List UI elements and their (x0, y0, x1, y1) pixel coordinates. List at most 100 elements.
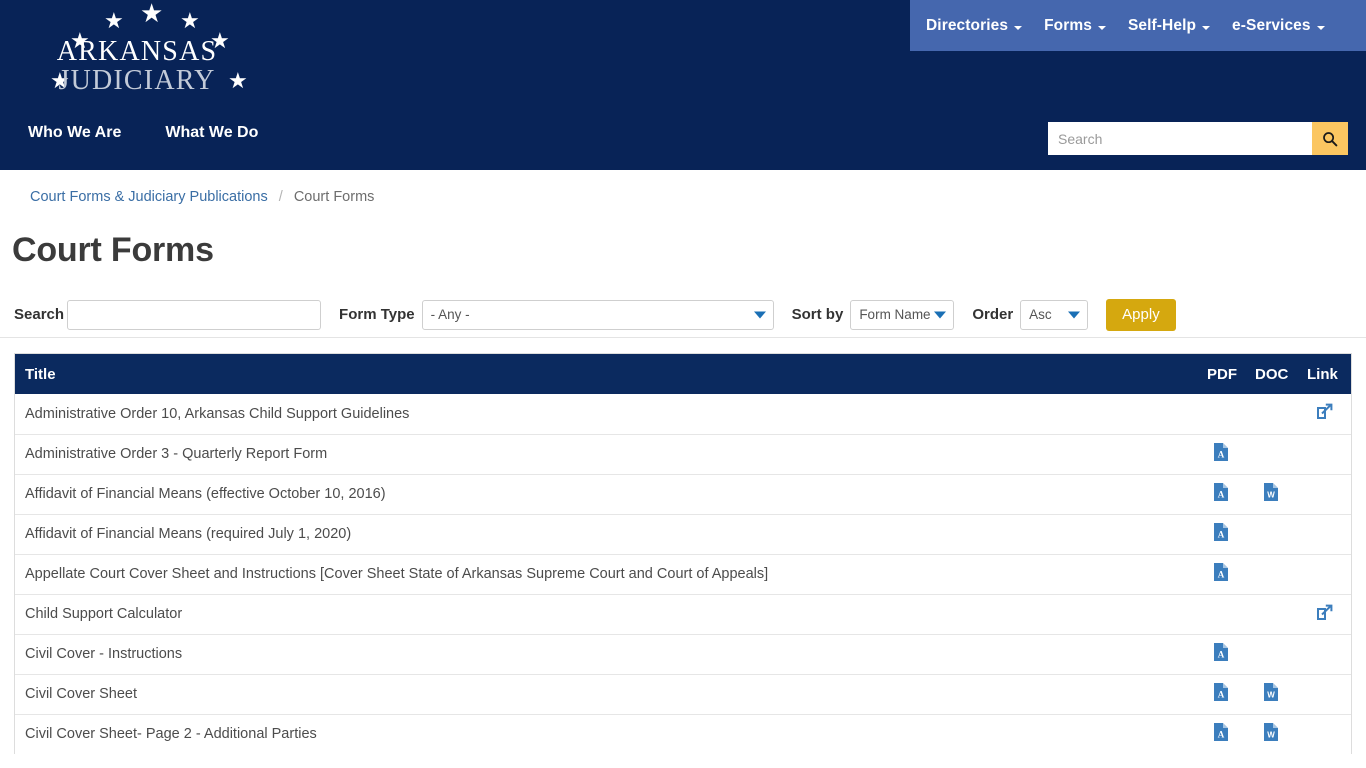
external-link-icon[interactable] (1316, 403, 1333, 420)
table-row: Administrative Order 10, Arkansas Child … (15, 394, 1351, 434)
svg-text:A: A (1218, 650, 1225, 660)
form-title: Civil Cover Sheet (25, 686, 138, 702)
pdf-cell: A (1197, 633, 1245, 674)
breadcrumb-parent-link[interactable]: Court Forms & Judiciary Publications (30, 189, 268, 205)
pdf-icon[interactable]: A (1214, 643, 1228, 661)
chevron-down-icon (1014, 25, 1023, 30)
mainnav-item-what-we-do[interactable]: What We Do (165, 124, 258, 142)
logo-star-icon: ★ (140, 0, 164, 28)
pdf-icon[interactable]: A (1214, 523, 1228, 541)
filter-sort-by-value: Form Name (859, 307, 931, 322)
column-header-title[interactable]: Title (15, 354, 1197, 394)
search-icon (1323, 131, 1338, 146)
filter-sort-by-label: Sort by (791, 306, 844, 323)
topnav-item-self-help[interactable]: Self-Help (1127, 16, 1211, 35)
doc-cell: W (1245, 473, 1297, 514)
doc-icon[interactable]: W (1264, 683, 1278, 701)
svg-text:A: A (1218, 450, 1225, 460)
logo-wordmark: ARKANSAS JUDICIARY (22, 38, 252, 95)
link-cell (1297, 713, 1351, 754)
apply-button[interactable]: Apply (1106, 298, 1176, 331)
forms-table-body: Administrative Order 10, Arkansas Child … (15, 394, 1351, 754)
topnav-item-e-services[interactable]: e-Services (1232, 17, 1325, 35)
table-row: Civil Cover Sheet- Page 2 - Additional P… (15, 713, 1351, 754)
filter-order-label: Order (972, 306, 1014, 323)
form-title-cell: Civil Cover Sheet (15, 673, 1197, 714)
top-navigation: Directories Forms Self-Help e-Services (910, 0, 1366, 51)
doc-cell: W (1245, 713, 1297, 754)
doc-icon[interactable]: W (1264, 483, 1278, 501)
table-row: Child Support Calculator (15, 593, 1351, 634)
link-cell (1297, 673, 1351, 714)
pdf-icon[interactable]: A (1214, 723, 1228, 742)
header-search-button[interactable] (1312, 122, 1348, 155)
table-row: Affidavit of Financial Means (effective … (15, 473, 1351, 514)
logo-line-arkansas: ARKANSAS (56, 36, 218, 67)
filter-sort-by-select[interactable]: Form Name (850, 299, 955, 330)
pdf-icon[interactable]: A (1214, 443, 1228, 461)
form-title: Affidavit of Financial Means (effective … (25, 486, 386, 502)
form-title: Appellate Court Cover Sheet and Instruct… (25, 566, 769, 582)
chevron-down-icon (1097, 25, 1106, 30)
site-header: Directories Forms Self-Help e-Services ★… (0, 0, 1366, 170)
breadcrumb-current: Court Forms (293, 189, 375, 205)
doc-icon[interactable]: W (1264, 723, 1278, 742)
pdf-icon[interactable]: A (1214, 563, 1228, 581)
doc-cell (1245, 553, 1297, 594)
column-header-doc: DOC (1245, 354, 1297, 394)
table-row: Affidavit of Financial Means (required J… (15, 513, 1351, 554)
pdf-cell: A (1197, 713, 1245, 754)
pdf-icon[interactable]: A (1214, 483, 1228, 501)
doc-cell (1245, 433, 1297, 474)
pdf-cell: A (1197, 433, 1245, 474)
svg-text:W: W (1267, 491, 1275, 500)
svg-text:A: A (1218, 530, 1225, 540)
form-title: Child Support Calculator (25, 606, 183, 622)
filter-form-type-select[interactable]: - Any - (421, 299, 774, 330)
doc-cell (1245, 633, 1297, 674)
topnav-item-directories[interactable]: Directories (926, 16, 1023, 35)
column-header-link: Link (1297, 354, 1351, 394)
link-cell (1297, 433, 1351, 474)
pdf-cell: A (1197, 673, 1245, 714)
filter-bar: Search Form Type - Any - Sort by Form Na… (0, 292, 1366, 338)
pdf-icon[interactable]: A (1214, 683, 1228, 701)
chevron-down-icon (1202, 25, 1211, 30)
pdf-cell (1197, 593, 1245, 634)
table-row: Civil Cover Sheet A W (15, 673, 1351, 714)
link-cell (1297, 513, 1351, 554)
table-row: Appellate Court Cover Sheet and Instruct… (15, 553, 1351, 594)
form-title-cell: Child Support Calculator (15, 593, 1197, 634)
logo-line-judiciary: JUDICIARY (58, 65, 216, 96)
chevron-down-icon (753, 311, 766, 318)
form-title: Administrative Order 3 - Quarterly Repor… (25, 446, 328, 462)
breadcrumb: Court Forms & Judiciary Publications / C… (0, 170, 1366, 205)
main-navigation: Who We Are What We Do (28, 124, 258, 142)
svg-text:A: A (1218, 690, 1225, 700)
site-logo[interactable]: ★ ★ ★ ★ ★ ★ ★ ARKANSAS JUDICIARY (22, 0, 252, 112)
topnav-label: Forms (1044, 16, 1092, 34)
forms-table: Title PDF DOC Link Administrative Order … (15, 354, 1351, 754)
pdf-cell (1197, 394, 1245, 434)
table-row: Civil Cover - Instructions A (15, 633, 1351, 674)
filter-form-type-label: Form Type (339, 306, 415, 323)
header-search-input[interactable] (1048, 122, 1312, 155)
page-title: Court Forms (12, 231, 214, 269)
filter-search-label: Search (14, 306, 65, 323)
svg-text:A: A (1218, 570, 1225, 580)
table-row: Administrative Order 3 - Quarterly Repor… (15, 433, 1351, 474)
external-link-icon[interactable] (1316, 604, 1333, 621)
topnav-label: Directories (926, 16, 1009, 34)
topnav-label: Self-Help (1127, 16, 1197, 34)
topnav-item-forms[interactable]: Forms (1044, 17, 1106, 35)
mainnav-item-who-we-are[interactable]: Who We Are (28, 124, 121, 142)
filter-search-input[interactable] (67, 299, 322, 330)
breadcrumb-separator: / (278, 189, 283, 205)
svg-text:A: A (1218, 490, 1225, 500)
doc-cell (1245, 593, 1297, 634)
link-cell (1297, 633, 1351, 674)
topnav-label: e-Services (1232, 16, 1311, 34)
filter-order-select[interactable]: Asc (1020, 299, 1089, 330)
doc-cell (1245, 394, 1297, 434)
form-title-cell: Civil Cover Sheet- Page 2 - Additional P… (15, 713, 1197, 754)
